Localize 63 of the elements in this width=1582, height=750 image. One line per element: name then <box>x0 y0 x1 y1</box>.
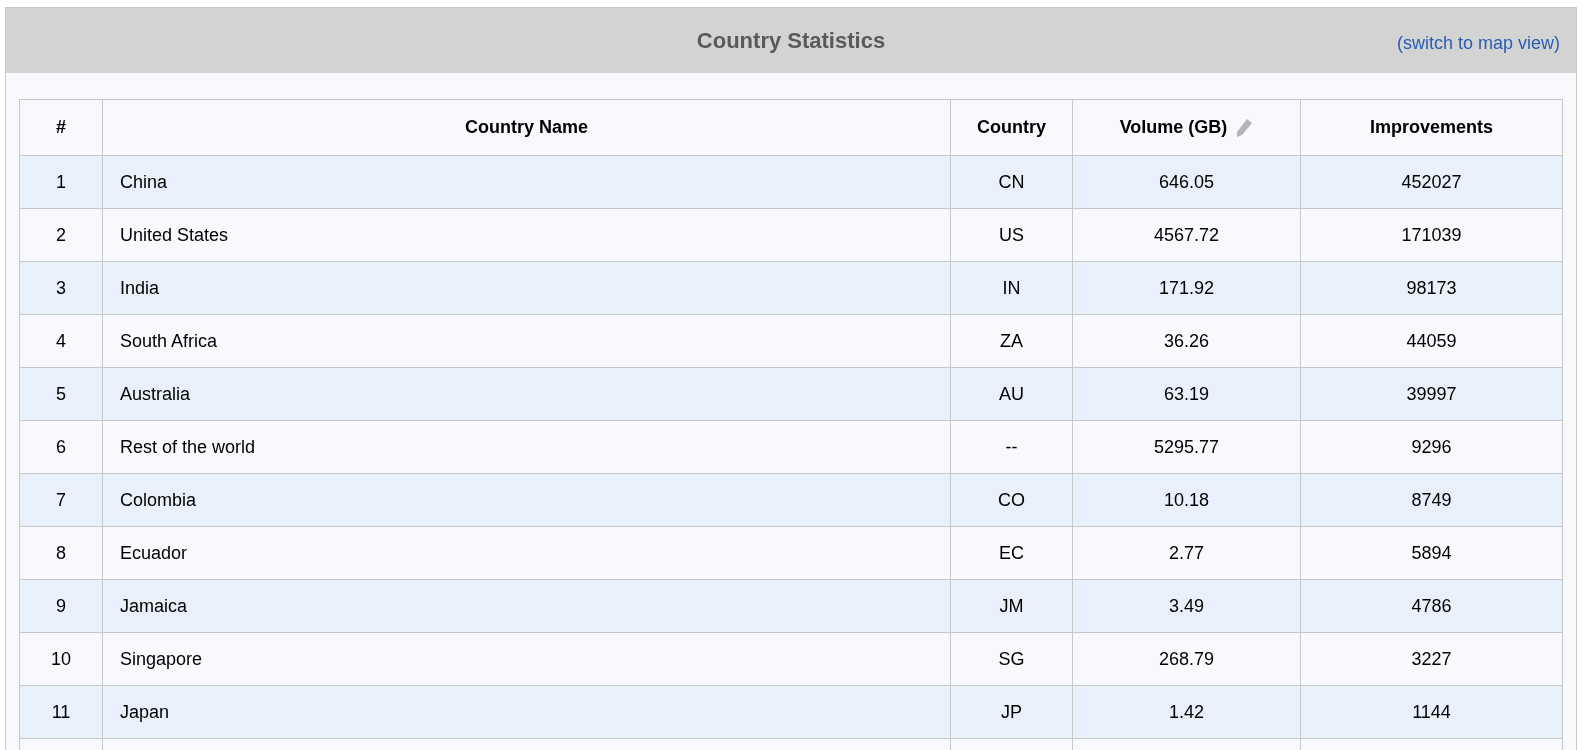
table-cell: Rest of the world <box>102 420 951 474</box>
table-cell: JM <box>950 579 1073 633</box>
table-cell: 11 <box>19 685 103 739</box>
table-cell: JP <box>950 685 1073 739</box>
table-cell: 4786 <box>1300 579 1563 633</box>
pencil-icon[interactable] <box>1235 117 1254 138</box>
table-cell: 4 <box>19 314 103 368</box>
table-cell: United States <box>102 208 951 262</box>
table-cell: CN <box>950 155 1073 209</box>
table-cell: 1 <box>19 155 103 209</box>
table-cell: 2 <box>19 208 103 262</box>
table-cell: 7 <box>19 473 103 527</box>
table-cell: Colombia <box>102 473 951 527</box>
map-view-link[interactable]: (switch to map view) <box>1396 30 1560 57</box>
table-cell: CO <box>950 473 1073 527</box>
table-cell: 171.92 <box>1072 261 1301 315</box>
table-cell: 5894 <box>1300 526 1563 580</box>
table-cell: 3227 <box>1300 632 1563 686</box>
table-cell: EC <box>950 526 1073 580</box>
panel-title: Country Statistics <box>696 27 886 55</box>
table-cell: 6 <box>19 420 103 474</box>
table-cell: South Africa <box>102 314 951 368</box>
table-cell: 98173 <box>1300 261 1563 315</box>
table-cell: 4567.72 <box>1072 208 1301 262</box>
table-cell: 1.42 <box>1072 685 1301 739</box>
table-cell: Japan <box>102 685 951 739</box>
table-cell: US <box>950 208 1073 262</box>
table-cell: 10 <box>19 632 103 686</box>
table-cell: 63.19 <box>1072 367 1301 421</box>
table-cell: 9 <box>19 579 103 633</box>
table-cell: AU <box>950 367 1073 421</box>
column-header: Country <box>950 99 1073 156</box>
table-cell: 5 <box>19 367 103 421</box>
column-header: Improvements <box>1300 99 1563 156</box>
table-cell: 8 <box>19 526 103 580</box>
table-cell: 10.18 <box>1072 473 1301 527</box>
table-cell: 8749 <box>1300 473 1563 527</box>
table-cell: 39997 <box>1300 367 1563 421</box>
table-cell: 646.05 <box>1072 155 1301 209</box>
table-cell: ZA <box>950 314 1073 368</box>
table-cell: Singapore <box>102 632 951 686</box>
table-cell: 5295.77 <box>1072 420 1301 474</box>
table-cell: India <box>102 261 951 315</box>
table-cell: 3 <box>19 261 103 315</box>
table-cell: Australia <box>102 367 951 421</box>
table-cell: 171039 <box>1300 208 1563 262</box>
table-cell: China <box>102 155 951 209</box>
table-cell: 452027 <box>1300 155 1563 209</box>
table-cell: IN <box>950 261 1073 315</box>
table-cell: 44059 <box>1300 314 1563 368</box>
column-header: Volume (GB) <box>1119 116 1228 139</box>
table-cell: 1144 <box>1300 685 1563 739</box>
table-cell: SG <box>950 632 1073 686</box>
table-cell: 3.49 <box>1072 579 1301 633</box>
table-cell: Ecuador <box>102 526 951 580</box>
table-cell: 268.79 <box>1072 632 1301 686</box>
table-cell: 36.26 <box>1072 314 1301 368</box>
table-cell: 2.77 <box>1072 526 1301 580</box>
column-header: # <box>19 99 103 156</box>
table-cell: Jamaica <box>102 579 951 633</box>
column-header: Country Name <box>102 99 951 156</box>
table-cell: -- <box>950 420 1073 474</box>
table-cell: 9296 <box>1300 420 1563 474</box>
